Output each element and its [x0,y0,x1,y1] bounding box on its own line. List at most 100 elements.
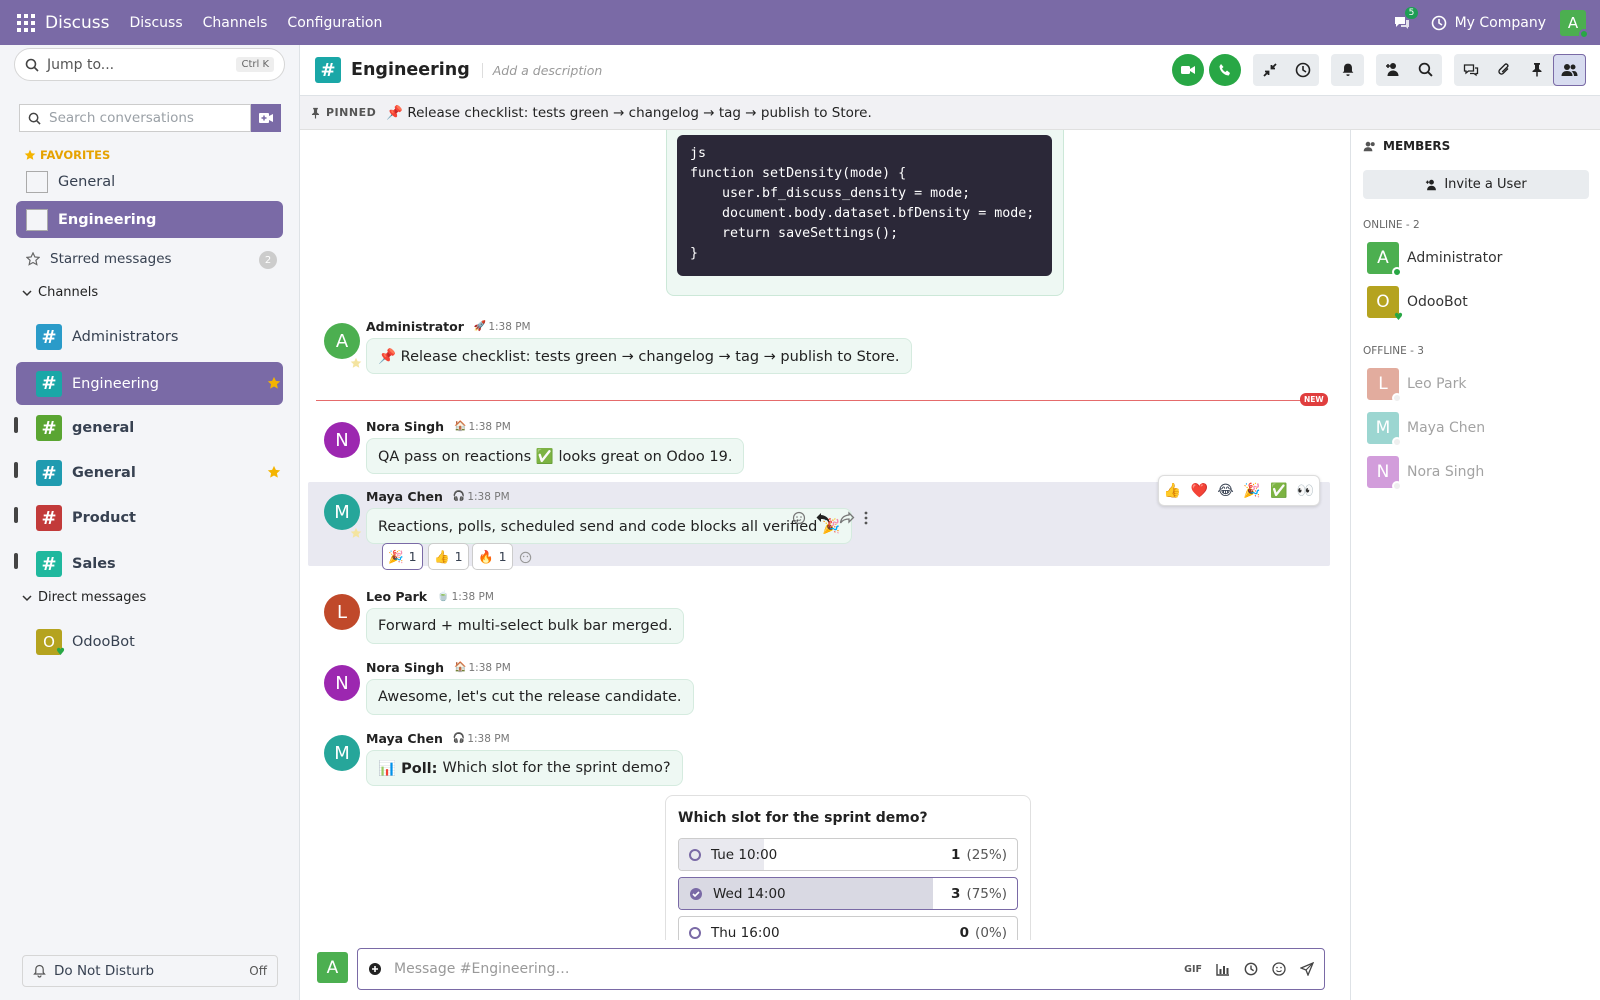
author-name[interactable]: Maya Chen [366,731,443,746]
reaction-option[interactable]: 👍 [1164,483,1181,499]
plus-circle-icon[interactable] [368,962,382,976]
author-name[interactable]: Maya Chen [366,489,443,504]
messaging-menu[interactable]: 5 [1393,6,1419,31]
member-item[interactable]: O ♥ OdooBot [1367,286,1468,323]
poll-option-count: 3 [951,885,961,902]
apps-menu-icon[interactable] [17,13,35,32]
do-not-disturb-toggle[interactable]: Do Not Disturb Off [22,955,278,987]
author-avatar[interactable]: N [324,422,360,458]
reaction-option[interactable]: ✅ [1270,483,1287,499]
user-plus-icon [1385,63,1398,76]
menu-discuss[interactable]: Discuss [130,15,183,31]
forward-icon[interactable] [839,510,855,525]
scheduled-messages-button[interactable] [1286,54,1319,86]
message-time: 1:38 PM [468,661,511,674]
author-name[interactable]: Nora Singh [366,419,444,434]
poll-option[interactable]: Thu 16:00 0 (0%) [678,916,1018,940]
message-input[interactable]: Message #Engineering… GIF [357,948,1325,990]
more-vertical-icon[interactable] [863,511,869,525]
compact-toggle-button[interactable] [1253,54,1286,86]
message-feed[interactable]: js function setDensity(mode) { user.bf_d… [300,130,1350,940]
clock-icon[interactable] [1431,15,1447,31]
video-call-button[interactable] [1172,53,1204,86]
jump-to-input[interactable]: Jump to... Ctrl K [14,48,285,81]
menu-channels[interactable]: Channels [203,15,268,31]
author-avatar[interactable]: A [324,323,360,359]
favorite-item-general[interactable]: General [16,166,283,198]
hashtag-icon: # [36,370,62,397]
channel-item-administrators[interactable]: # Administrators [16,317,283,357]
favorites-header[interactable]: FAVORITES [24,148,110,162]
reaction-option[interactable]: 😂 [1217,483,1233,499]
user-avatar[interactable]: A [1560,9,1589,39]
channel-item-product[interactable]: # Product [14,498,283,538]
author-avatar[interactable]: M [324,494,360,530]
offline-status-dot [1392,393,1402,403]
app-brand[interactable]: Discuss [45,13,110,33]
member-item[interactable]: L Leo Park [1367,368,1466,403]
channel-item-general[interactable]: # General [14,453,283,493]
reaction-option[interactable]: 🎉 [1243,483,1260,499]
author-name[interactable]: Administrator [366,319,464,334]
dm-item-odoobot[interactable]: O ♥ OdooBot [16,622,283,662]
channel-label: Product [72,510,136,526]
author-name[interactable]: Leo Park [366,589,427,604]
channel-item-sales[interactable]: # Sales [14,544,283,584]
channel-item-engineering[interactable]: # Engineering [16,362,283,405]
gif-button[interactable]: GIF [1184,964,1202,975]
poll-chart-icon[interactable] [1216,963,1230,976]
menu-configuration[interactable]: Configuration [287,15,382,31]
author-name[interactable]: Nora Singh [366,660,444,675]
reply-icon[interactable] [815,511,831,525]
add-users-button[interactable] [1376,54,1409,86]
pinned-messages-button[interactable] [1520,54,1553,86]
channel-item-general-lower[interactable]: # general [14,408,283,448]
search-messages-button[interactable] [1409,54,1442,86]
search-icon [1418,62,1433,77]
reaction-chip[interactable]: 👍 1 [428,543,469,570]
clock-icon[interactable] [1244,962,1258,976]
avatar-initial: A [1377,248,1389,268]
channels-header[interactable]: Channels [22,285,98,300]
attachments-button[interactable] [1487,54,1520,86]
reaction-option[interactable]: 👀 [1297,483,1314,499]
channel-image [26,208,48,231]
avatar-initial: N [335,672,349,694]
member-item[interactable]: N Nora Singh [1367,456,1484,491]
member-item[interactable]: A Administrator [1367,242,1502,277]
reaction-chip[interactable]: 🎉 1 [382,543,423,570]
reaction-option[interactable]: ❤️ [1191,483,1208,499]
poll-option-selected[interactable]: Wed 14:00 3 (75%) [678,877,1018,910]
add-reaction-icon[interactable] [792,510,807,525]
member-item[interactable]: M Maya Chen [1367,412,1485,447]
paperclip-icon [1497,63,1509,75]
author-avatar[interactable]: M [324,735,360,771]
message-time: 1:38 PM [468,420,511,433]
notification-settings-button[interactable] [1331,54,1364,86]
starred-messages[interactable]: Starred messages 2 [16,243,283,275]
poll-option[interactable]: Tue 10:00 1 (25%) [678,838,1018,871]
search-conversations-input[interactable]: Search conversations [19,104,251,132]
star-outline-icon[interactable] [350,527,362,539]
star-icon [24,149,36,160]
member-list-button[interactable] [1553,53,1586,86]
add-reaction-icon[interactable] [519,550,533,564]
message-header: Leo Park 🍵 1:38 PM [366,589,494,604]
new-conversation-button[interactable] [251,104,281,132]
voice-call-button[interactable] [1209,53,1241,86]
channel-title[interactable]: Engineering [351,60,470,80]
author-avatar[interactable]: N [324,665,360,701]
pinned-banner[interactable]: PINNED 📌 Release checklist: tests green … [300,96,1600,130]
channel-description-field[interactable]: Add a description [481,62,602,78]
direct-messages-header[interactable]: Direct messages [22,590,146,605]
status-emoji: 🚀 [473,321,487,332]
company-switcher[interactable]: My Company [1455,15,1546,31]
invite-user-button[interactable]: Invite a User [1363,170,1589,199]
reaction-chip[interactable]: 🔥 1 [472,543,513,570]
author-avatar[interactable]: L [324,594,360,630]
send-icon[interactable] [1300,962,1314,976]
threads-button[interactable] [1454,54,1487,86]
favorite-item-engineering[interactable]: Engineering [16,201,283,238]
emoji-icon[interactable] [1272,962,1286,976]
star-outline-icon[interactable] [350,357,362,369]
